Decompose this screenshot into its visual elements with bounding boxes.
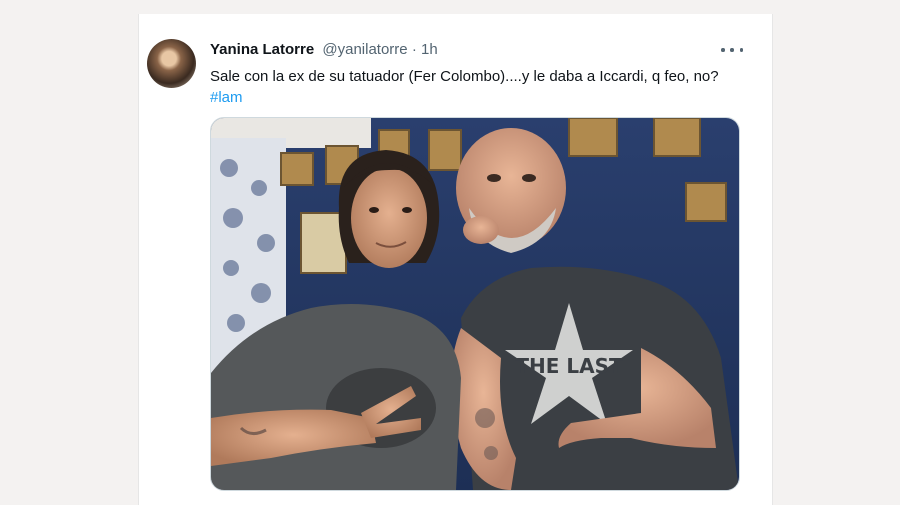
- separator-dot: ·: [411, 41, 417, 58]
- tweet-photo[interactable]: THE LAST: [210, 117, 740, 491]
- tweet-body: Sale con la ex de su tatuador (Fer Colom…: [210, 68, 719, 85]
- author-name[interactable]: Yanina Latorre: [210, 41, 314, 58]
- shirt-print: THE LAST: [515, 354, 623, 378]
- tweet-card: Yanina Latorre @yanilatorre · 1h Sale co…: [138, 14, 773, 505]
- author-avatar[interactable]: [147, 39, 196, 88]
- author-handle[interactable]: @yanilatorre: [322, 41, 407, 58]
- photo-illustration: THE LAST: [211, 118, 739, 490]
- hashtag-link[interactable]: #lam: [210, 87, 719, 108]
- tweet-text: Sale con la ex de su tatuador (Fer Colom…: [210, 66, 719, 108]
- tweet-header: Yanina Latorre @yanilatorre · 1h: [210, 40, 438, 60]
- tweet-timestamp[interactable]: 1h: [421, 41, 438, 58]
- more-options-icon[interactable]: [721, 42, 743, 58]
